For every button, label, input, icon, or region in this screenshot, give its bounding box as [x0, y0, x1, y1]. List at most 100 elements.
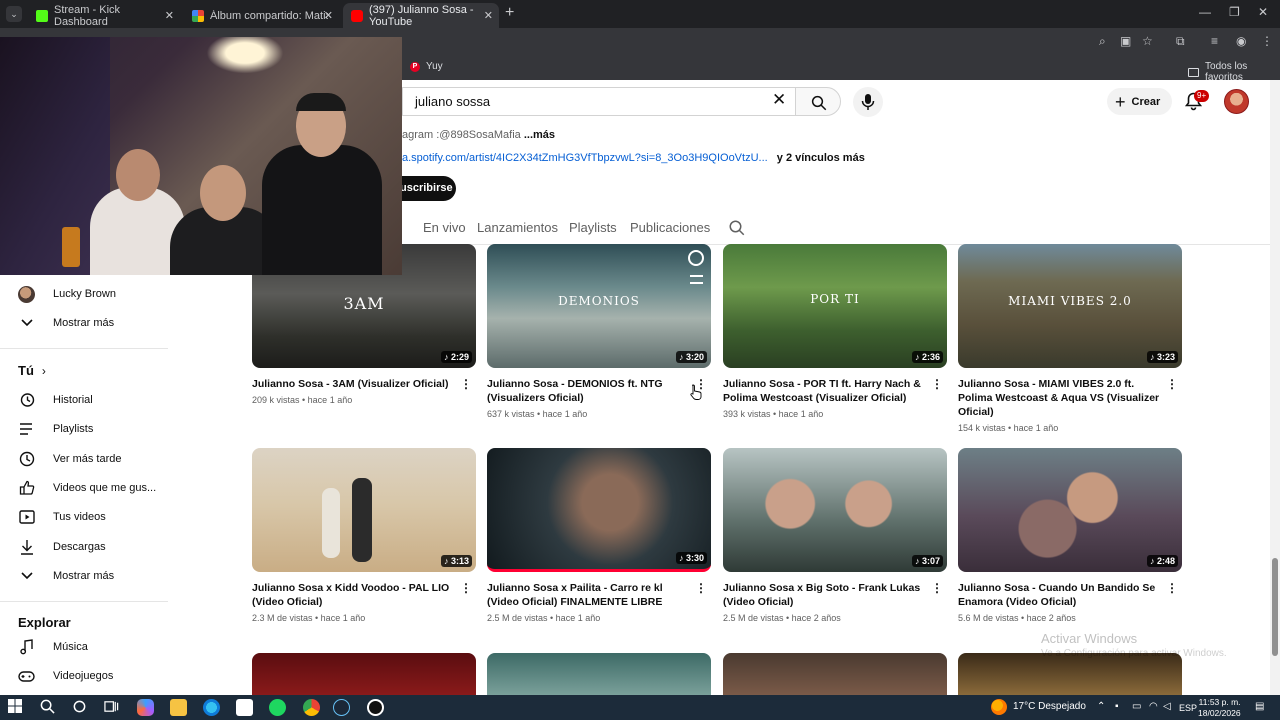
sidebar-item-your-videos[interactable]: Tus videos	[18, 506, 106, 528]
new-tab-button[interactable]: +	[505, 4, 514, 22]
tray-chevron-icon[interactable]: ⌃	[1097, 701, 1105, 712]
tab-releases[interactable]: Lanzamientos	[477, 220, 558, 235]
profile-icon[interactable]: ◉	[1236, 34, 1246, 48]
more-options-icon[interactable]: ⋮	[931, 377, 943, 391]
obs-icon[interactable]	[367, 699, 384, 716]
tab-posts[interactable]: Publicaciones	[630, 220, 710, 235]
video-card[interactable]: MIAMI VIBES 2.0 ♪ 3:23 ⋮ Julianno Sosa -…	[958, 244, 1182, 433]
tray-app-icon[interactable]: ▪	[1115, 701, 1119, 712]
video-thumbnail[interactable]: DEMONIOS ♪ 3:20	[487, 244, 711, 368]
extensions-icon[interactable]: ⧉	[1176, 34, 1185, 49]
video-title[interactable]: Julianno Sosa - Cuando Un Bandido Se Ena…	[958, 581, 1163, 609]
sidebar-item-gaming[interactable]: Videojuegos	[18, 665, 113, 687]
voice-search-button[interactable]	[853, 87, 883, 117]
channel-description[interactable]: agram :@898SosaMafia ...más	[402, 129, 555, 141]
avatar[interactable]	[1224, 89, 1249, 114]
install-icon[interactable]: ▣	[1120, 34, 1131, 48]
reading-list-icon[interactable]: ≡	[1211, 34, 1218, 48]
sidebar-show-more-subs[interactable]: Mostrar más	[18, 312, 114, 334]
video-card[interactable]: DEMONIOS ♪ 3:20 ⋮ Julianno Sosa - DEMONI…	[487, 244, 711, 419]
search-icon[interactable]	[40, 699, 57, 716]
subscribe-button[interactable]: uscribirse	[396, 176, 456, 201]
tab-playlists[interactable]: Playlists	[569, 220, 617, 235]
language-indicator[interactable]: ESP	[1179, 703, 1197, 713]
store-icon[interactable]	[236, 699, 253, 716]
zoom-icon[interactable]: ⌕	[1099, 34, 1106, 49]
video-title[interactable]: Julianno Sosa - MIAMI VIBES 2.0 ft. Poli…	[958, 377, 1163, 419]
clear-search-icon[interactable]: ✕	[772, 90, 786, 110]
tab-search-button[interactable]: ⌄	[6, 6, 22, 22]
file-explorer-icon[interactable]	[170, 699, 187, 716]
video-card[interactable]: ♪ 2:48 ⋮ Julianno Sosa - Cuando Un Bandi…	[958, 448, 1182, 623]
steam-icon[interactable]	[333, 699, 350, 716]
menu-icon[interactable]: ⋮	[1261, 34, 1273, 48]
video-title[interactable]: Julianno Sosa - POR TI ft. Harry Nach & …	[723, 377, 928, 405]
close-icon[interactable]: ✕	[324, 9, 333, 22]
chrome-icon[interactable]	[303, 699, 320, 716]
restore-button[interactable]: ❐	[1229, 5, 1240, 19]
video-thumbnail[interactable]: ♪ 3:13	[252, 448, 476, 572]
page-scrollbar[interactable]	[1270, 80, 1280, 695]
close-icon[interactable]: ✕	[484, 9, 493, 22]
more-options-icon[interactable]: ⋮	[1166, 581, 1178, 595]
video-title[interactable]: Julianno Sosa x Pailita - Carro re kl (V…	[487, 581, 692, 609]
tab-photos[interactable]: Álbum compartido: Matias Cac ✕	[184, 3, 339, 28]
video-title[interactable]: Julianno Sosa x Kidd Voodoo - PAL LIO (V…	[252, 581, 457, 609]
wifi-icon[interactable]: ◠	[1149, 701, 1158, 712]
edge-icon[interactable]	[203, 699, 220, 716]
sidebar-item-downloads[interactable]: Descargas	[18, 536, 106, 558]
video-thumbnail[interactable]: MIAMI VIBES 2.0 ♪ 3:23	[958, 244, 1182, 368]
weather-icon[interactable]	[991, 699, 1007, 715]
spotify-icon[interactable]	[269, 699, 286, 716]
video-title[interactable]: Julianno Sosa x Big Soto - Frank Lukas (…	[723, 581, 928, 609]
volume-icon[interactable]: ◁	[1163, 701, 1171, 712]
video-card[interactable]: ♪ 3:07 ⋮ Julianno Sosa x Big Soto - Fran…	[723, 448, 947, 623]
taskbar-clock[interactable]: 11:53 p. m. 18/02/2026	[1198, 697, 1241, 719]
video-thumbnail[interactable]: ♪ 3:07	[723, 448, 947, 572]
sidebar-you-header[interactable]: Tú ›	[18, 363, 46, 378]
video-thumbnail[interactable]: ♪ 2:48	[958, 448, 1182, 572]
video-title[interactable]: Julianno Sosa - DEMONIOS ft. NTG (Visual…	[487, 377, 692, 405]
sidebar-item-playlists[interactable]: Playlists	[18, 418, 93, 440]
video-thumbnail[interactable]	[487, 653, 711, 695]
weather-text[interactable]: 17°C Despejado	[1013, 701, 1086, 712]
channel-search-icon[interactable]	[728, 219, 746, 237]
video-thumbnail[interactable]	[252, 653, 476, 695]
tab-youtube[interactable]: (397) Julianno Sosa - YouTube ✕	[343, 3, 499, 28]
sidebar-item-music[interactable]: Música	[18, 636, 88, 658]
more-options-icon[interactable]: ⋮	[695, 581, 707, 595]
cortana-icon[interactable]	[72, 699, 89, 716]
video-thumbnail[interactable]	[723, 653, 947, 695]
task-view-icon[interactable]	[104, 699, 121, 716]
video-title[interactable]: Julianno Sosa - 3AM (Visualizer Oficial)	[252, 377, 457, 391]
sidebar-item-liked[interactable]: Videos que me gus...	[18, 477, 156, 499]
scrollbar-thumb[interactable]	[1272, 558, 1278, 656]
more-options-icon[interactable]: ⋮	[931, 581, 943, 595]
video-thumbnail[interactable]	[958, 653, 1182, 695]
windows-start-icon[interactable]	[8, 699, 25, 716]
more-links[interactable]: y 2 vínculos más	[777, 152, 865, 164]
search-input[interactable]: juliano sossa	[402, 87, 795, 116]
search-button[interactable]	[795, 87, 841, 116]
tab-live[interactable]: En vivo	[423, 220, 466, 235]
add-to-queue-icon[interactable]	[690, 275, 703, 284]
close-window-button[interactable]: ✕	[1258, 5, 1268, 19]
create-button[interactable]: + Crear	[1107, 88, 1173, 115]
video-thumbnail[interactable]: ♪ 3:30	[487, 448, 711, 572]
more-options-icon[interactable]: ⋮	[460, 581, 472, 595]
spotify-link[interactable]: a.spotify.com/artist/4IC2X34tZmHG3VfTbpz…	[402, 152, 768, 164]
sidebar-item-lucky-brown[interactable]: Lucky Brown	[18, 283, 116, 305]
bookmark-pinterest[interactable]: P Yuy	[410, 61, 443, 72]
minimize-button[interactable]: —	[1199, 5, 1211, 19]
sidebar-item-history[interactable]: Historial	[18, 389, 93, 411]
video-card[interactable]: POR TI ♪ 2:36 ⋮ Julianno Sosa - POR TI f…	[723, 244, 947, 419]
copilot-icon[interactable]	[137, 699, 154, 716]
channel-links[interactable]: a.spotify.com/artist/4IC2X34tZmHG3VfTbpz…	[402, 152, 865, 164]
close-icon[interactable]: ✕	[165, 9, 174, 22]
video-card[interactable]: ♪ 3:13 ⋮ Julianno Sosa x Kidd Voodoo - P…	[252, 448, 476, 623]
watch-later-icon[interactable]	[688, 250, 704, 266]
notifications-center-icon[interactable]: ▤	[1255, 701, 1264, 712]
sidebar-show-more-you[interactable]: Mostrar más	[18, 565, 114, 587]
network-icon[interactable]: ▭	[1132, 701, 1141, 712]
video-card[interactable]: ♪ 3:30 ⋮ Julianno Sosa x Pailita - Carro…	[487, 448, 711, 623]
